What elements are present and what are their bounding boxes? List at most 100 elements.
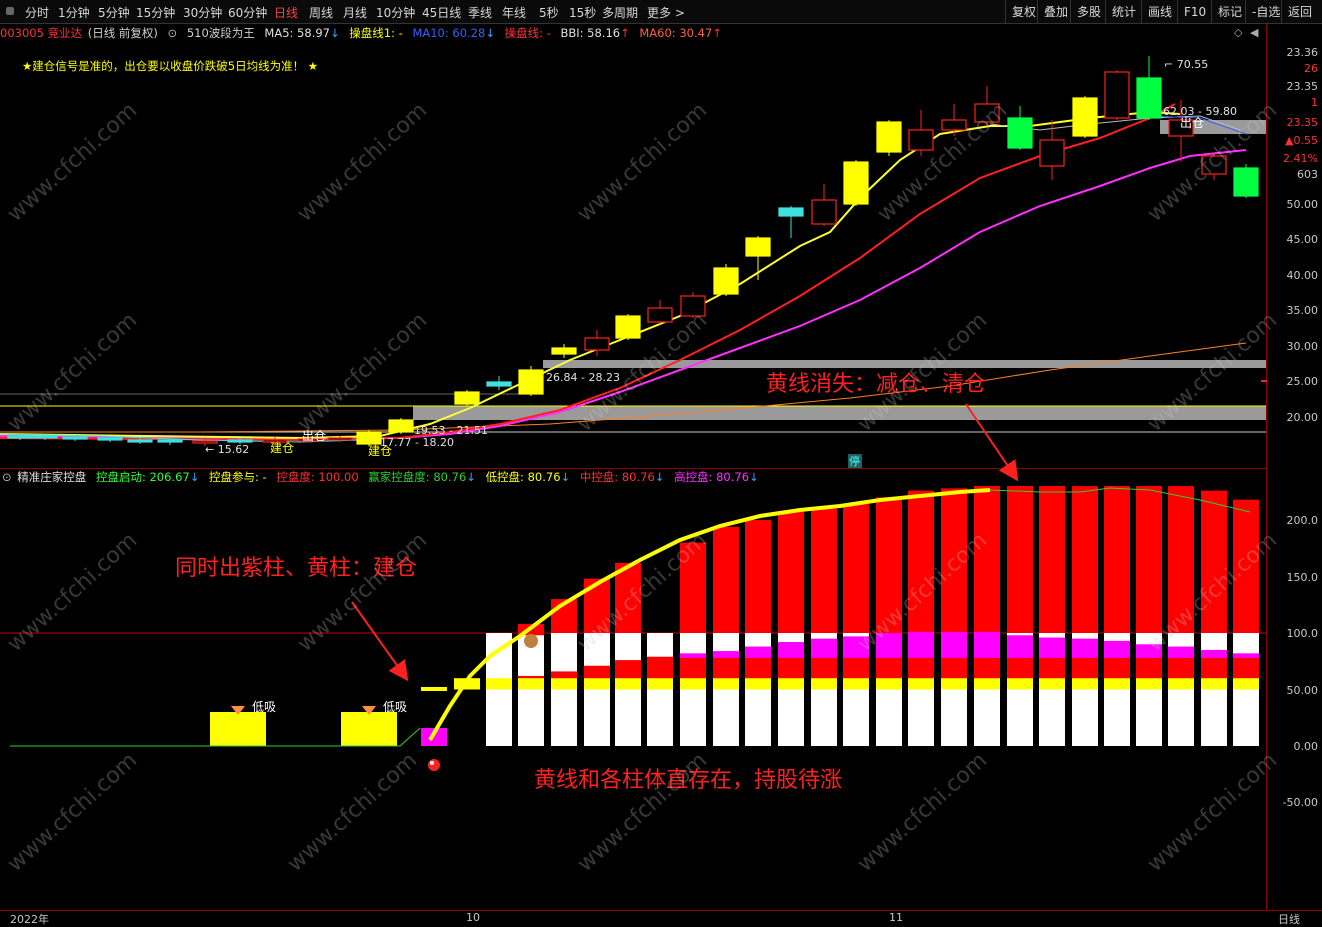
entry-bar-yellow[interactable] — [421, 687, 447, 691]
candle[interactable] — [680, 295, 706, 317]
control-bar-red[interactable] — [1201, 490, 1227, 633]
control-bar-red[interactable] — [1104, 486, 1130, 633]
toolbar-button[interactable]: 多股 — [1070, 0, 1107, 24]
candle[interactable] — [62, 436, 88, 440]
candle[interactable] — [7, 435, 33, 439]
candle[interactable] — [745, 237, 771, 257]
control-bar-magenta[interactable] — [876, 633, 902, 658]
control-bar-red[interactable] — [1136, 486, 1162, 633]
period-tab[interactable]: 5分钟 — [98, 4, 130, 21]
toolbar-button[interactable]: 标记 — [1211, 0, 1248, 24]
control-bar-red[interactable] — [778, 510, 804, 633]
control-bar-yellow[interactable] — [615, 678, 641, 690]
period-label[interactable]: 日线 — [1278, 911, 1300, 927]
control-bar-magenta[interactable] — [811, 638, 837, 658]
control-bar-red[interactable] — [713, 526, 739, 633]
control-bar-red[interactable] — [974, 486, 1000, 633]
control-bar-yellow[interactable] — [518, 678, 544, 690]
control-bar-magenta[interactable] — [1072, 638, 1098, 658]
period-tab[interactable]: 15秒 — [569, 4, 596, 21]
candle[interactable] — [615, 315, 641, 339]
control-bar-red[interactable] — [1072, 486, 1098, 633]
control-bar-yellow[interactable] — [745, 678, 771, 690]
control-bar-yellow[interactable] — [941, 678, 967, 690]
candlestick-chart[interactable]: ⌐ 70.5562.03 - 59.80出仓26.84 - 28.2319.53… — [0, 42, 1266, 470]
candle[interactable] — [388, 419, 414, 433]
period-tab[interactable]: 15分钟 — [136, 4, 175, 21]
toolbar-button[interactable]: F10 — [1177, 0, 1212, 24]
control-bar-yellow[interactable] — [1039, 678, 1065, 690]
toolbar-button[interactable]: 统计 — [1105, 0, 1142, 24]
control-bar-yellow[interactable] — [584, 678, 610, 690]
control-bar-white[interactable] — [486, 655, 512, 746]
candle[interactable] — [518, 369, 544, 395]
control-bar-yellow[interactable] — [1007, 678, 1033, 690]
candle[interactable] — [778, 207, 804, 217]
control-bar-yellow[interactable] — [778, 678, 804, 690]
control-bar-magenta[interactable] — [974, 631, 1000, 658]
candle[interactable] — [584, 337, 610, 351]
collapse-icon[interactable]: ◀ — [1250, 26, 1258, 39]
candle[interactable] — [843, 161, 869, 205]
menu-icon[interactable] — [6, 7, 14, 15]
control-bar-yellow[interactable] — [1201, 678, 1227, 690]
period-tab[interactable]: 周线 — [309, 4, 333, 21]
control-bar-magenta[interactable] — [843, 636, 869, 658]
candle[interactable] — [1201, 155, 1227, 175]
indicator-toggle-icon[interactable]: ⊙ — [168, 26, 178, 40]
candle[interactable] — [647, 307, 673, 323]
control-bar-magenta[interactable] — [745, 646, 771, 658]
control-bar-red[interactable] — [941, 488, 967, 633]
candle[interactable] — [1233, 167, 1259, 197]
control-bar-yellow[interactable] — [647, 678, 673, 690]
candle[interactable] — [1007, 117, 1033, 149]
period-tab[interactable]: 5秒 — [539, 4, 559, 21]
diamond-icon[interactable]: ◇ — [1234, 26, 1242, 39]
candle[interactable] — [941, 119, 967, 131]
control-bar-magenta[interactable] — [1136, 644, 1162, 658]
toolbar-button[interactable]: 返回 — [1281, 0, 1318, 24]
stock-code-name[interactable]: 003005 竞业达 — [0, 26, 82, 40]
control-bar-yellow[interactable] — [1104, 678, 1130, 690]
indicator-toggle-icon[interactable]: ⊙ — [2, 470, 12, 484]
candle[interactable] — [157, 439, 183, 443]
dip-bar[interactable] — [210, 712, 266, 746]
control-bar-magenta[interactable] — [908, 631, 934, 658]
candle[interactable] — [127, 439, 153, 443]
control-bar-yellow[interactable] — [1168, 678, 1194, 690]
candle[interactable] — [32, 435, 58, 439]
period-tab[interactable]: 45日线 — [422, 4, 461, 21]
candle[interactable] — [551, 347, 577, 355]
control-bar-yellow[interactable] — [486, 678, 512, 690]
period-tab[interactable]: 60分钟 — [228, 4, 267, 21]
candle[interactable] — [908, 129, 934, 151]
indicator-name[interactable]: 510波段为王 — [187, 26, 255, 40]
control-bar-yellow[interactable] — [811, 678, 837, 690]
period-tab[interactable]: 分时 — [25, 4, 49, 21]
period-tab[interactable]: 30分钟 — [183, 4, 222, 21]
control-bar-red[interactable] — [1233, 499, 1259, 633]
period-tab[interactable]: 多周期 — [602, 4, 638, 21]
control-bar-red[interactable] — [584, 578, 610, 633]
control-bar-magenta[interactable] — [1201, 649, 1227, 658]
control-bar-red[interactable] — [1168, 486, 1194, 633]
candle[interactable] — [1039, 139, 1065, 167]
control-bar-red[interactable] — [680, 542, 706, 633]
control-bar-yellow[interactable] — [1072, 678, 1098, 690]
period-tab[interactable]: 更多 > — [647, 4, 685, 21]
period-tab[interactable]: 月线 — [343, 4, 367, 21]
control-bar-red[interactable] — [1039, 486, 1065, 633]
period-tab[interactable]: 季线 — [468, 4, 492, 21]
control-bar-red[interactable] — [745, 520, 771, 633]
dip-bar[interactable] — [341, 712, 397, 746]
control-bar-yellow[interactable] — [1233, 678, 1259, 690]
period-tab[interactable]: 日线 — [274, 4, 298, 21]
control-bar-magenta[interactable] — [713, 651, 739, 658]
candle[interactable] — [713, 267, 739, 295]
toolbar-button[interactable]: 叠加 — [1037, 0, 1074, 24]
candle[interactable] — [1136, 77, 1162, 119]
control-bar-yellow[interactable] — [843, 678, 869, 690]
control-bar-yellow[interactable] — [974, 678, 1000, 690]
candle[interactable] — [97, 437, 123, 441]
control-bar-magenta[interactable] — [941, 631, 967, 658]
